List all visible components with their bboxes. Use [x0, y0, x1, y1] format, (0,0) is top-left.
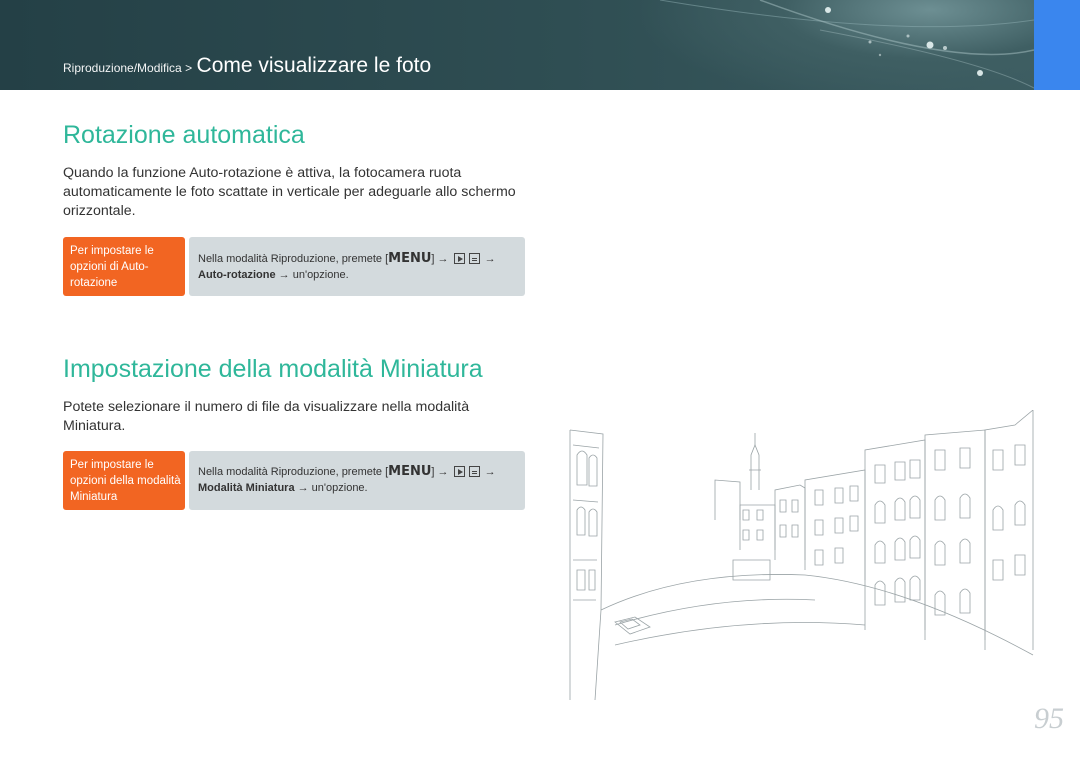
- step-arrow: →: [484, 253, 496, 265]
- step-arrow: →: [484, 466, 496, 478]
- step-text-mid: ] →: [431, 466, 449, 478]
- menu-key: MENU: [388, 251, 432, 266]
- section-title-thumbnail: Impostazione della modalità Miniatura: [63, 355, 483, 383]
- step-box-thumbnail: Nella modalità Riproduzione, premete [ME…: [189, 451, 525, 510]
- chapter-tab[interactable]: [1034, 0, 1080, 90]
- breadcrumb-section[interactable]: Riproduzione/Modifica >: [63, 61, 192, 75]
- page-number: 95: [1034, 702, 1064, 735]
- section-body-thumbnail: Potete selezionare il numero di file da …: [63, 399, 470, 434]
- step-text-mid: ] →: [431, 253, 449, 265]
- step-text-suffix: → un'opzione.: [297, 482, 368, 494]
- playback-settings-icon: [468, 466, 480, 477]
- step-tag-auto-rotation: Per impostare le opzioni di Auto-rotazio…: [63, 237, 185, 296]
- venice-street-illustration: [569, 410, 1034, 701]
- section-body-auto-rotation: Quando la funzione Auto-rotazione è atti…: [63, 165, 516, 219]
- playback-icon: [453, 466, 465, 477]
- breadcrumb: Riproduzione/Modifica > Come visualizzar…: [63, 54, 431, 78]
- step-option: Auto-rotazione: [198, 269, 276, 281]
- step-text-prefix: Nella modalità Riproduzione, premete [: [198, 466, 389, 478]
- step-text-suffix: → un'opzione.: [278, 269, 349, 281]
- breadcrumb-title: Come visualizzare le foto: [196, 54, 432, 77]
- step-tag-thumbnail: Per impostare le opzioni della modalità …: [63, 451, 185, 510]
- section-title-auto-rotation: Rotazione automatica: [63, 121, 305, 149]
- page-header: Riproduzione/Modifica > Come visualizzar…: [0, 0, 1034, 90]
- menu-key: MENU: [388, 464, 432, 479]
- step-option: Modalità Miniatura: [198, 482, 295, 494]
- playback-icon: [453, 253, 465, 264]
- step-text-prefix: Nella modalità Riproduzione, premete [: [198, 253, 389, 265]
- playback-settings-icon: [468, 253, 480, 264]
- step-box-auto-rotation: Nella modalità Riproduzione, premete [ME…: [189, 237, 525, 296]
